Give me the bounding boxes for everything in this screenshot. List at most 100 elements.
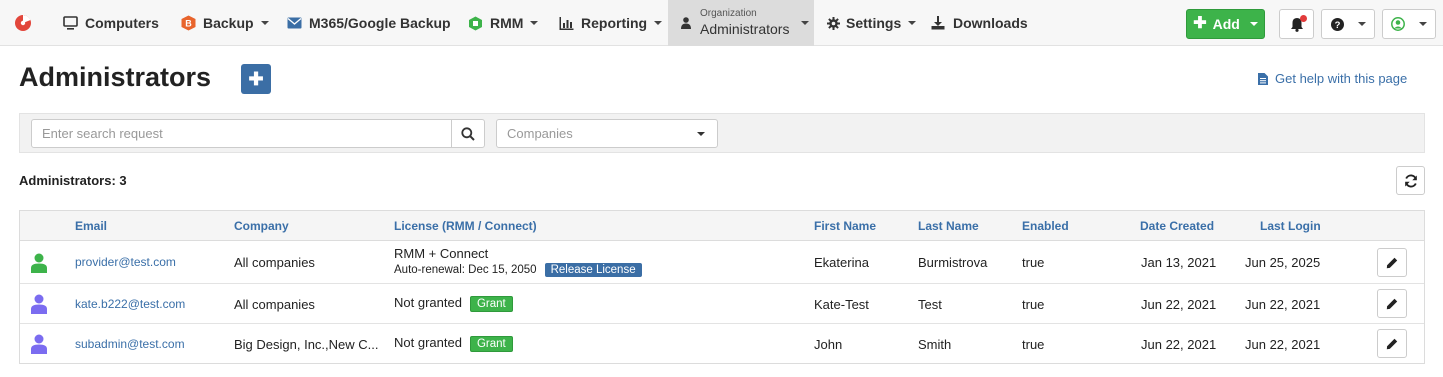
- last-login-cell: Jun 22, 2021: [1245, 297, 1321, 312]
- document-icon: [1258, 72, 1268, 85]
- last-name-cell: Smith: [918, 337, 952, 352]
- edit-button[interactable]: [1377, 248, 1407, 277]
- column-header-last-login[interactable]: Last Login: [1260, 219, 1321, 233]
- last-login-cell: Jun 25, 2025: [1245, 255, 1321, 270]
- help-menu-button[interactable]: ?: [1321, 9, 1375, 39]
- logo-icon: [15, 14, 31, 31]
- license-cell: RMM + Connect: [394, 246, 489, 261]
- grant-button[interactable]: Grant: [469, 336, 513, 352]
- bar-chart-icon: [558, 15, 574, 31]
- question-icon: ?: [1330, 17, 1344, 31]
- notifications-button[interactable]: [1279, 9, 1314, 39]
- administrators-table: Email Company License (RMM / Connect) Fi…: [19, 210, 1425, 364]
- edit-button[interactable]: [1377, 289, 1407, 318]
- nav-organization[interactable]: Organization Administrators: [668, 0, 814, 46]
- email-link[interactable]: subadmin@test.com: [75, 337, 185, 351]
- envelope-icon: [286, 15, 302, 31]
- help-link[interactable]: Get help with this page: [1258, 71, 1407, 86]
- license-cell: Not granted Grant: [394, 335, 513, 352]
- license-status: Not granted: [394, 335, 462, 350]
- user-circle-icon: [1391, 17, 1405, 31]
- notification-dot: [1300, 15, 1307, 22]
- user-icon: [31, 294, 47, 314]
- app-logo[interactable]: [14, 0, 32, 46]
- chevron-down-icon: [697, 132, 705, 136]
- company-cell: Big Design, Inc.,New C...: [234, 337, 379, 352]
- email-link[interactable]: provider@test.com: [75, 255, 176, 269]
- nav-settings[interactable]: Settings: [825, 0, 917, 46]
- license-cell: Not granted Grant: [394, 295, 513, 312]
- companies-select[interactable]: Companies: [496, 119, 718, 148]
- monitor-icon: [62, 15, 78, 31]
- chevron-down-icon: [908, 21, 917, 25]
- column-header-first-name[interactable]: First Name: [814, 219, 876, 233]
- first-name-cell: Kate-Test: [814, 297, 869, 312]
- column-header-company[interactable]: Company: [234, 219, 289, 233]
- user-icon: [31, 334, 47, 354]
- license-subtext: Auto-renewal: Dec 15, 2050 Release Licens…: [394, 263, 642, 277]
- column-header-last-name[interactable]: Last Name: [918, 219, 979, 233]
- last-name-cell: Burmistrova: [918, 255, 988, 270]
- administrators-count: Administrators: 3: [19, 173, 127, 188]
- help-link-label: Get help with this page: [1275, 71, 1408, 86]
- nav-reporting[interactable]: Reporting: [558, 0, 663, 46]
- table-row: provider@test.com All companies RMM + Co…: [20, 241, 1424, 284]
- chevron-down-icon: [1419, 22, 1427, 26]
- pencil-icon: [1386, 257, 1398, 268]
- auto-renewal-text: Auto-renewal: Dec 15, 2050: [394, 264, 537, 276]
- release-license-button[interactable]: Release License: [544, 263, 642, 277]
- license-status: Not granted: [394, 295, 462, 310]
- nav-m365-google-backup[interactable]: M365/Google Backup: [286, 0, 451, 46]
- enabled-cell: true: [1022, 255, 1045, 270]
- nav-organization-label: Administrators: [700, 21, 790, 37]
- refresh-button[interactable]: [1396, 166, 1425, 195]
- download-icon: [930, 15, 946, 31]
- chevron-down-icon: [654, 21, 663, 25]
- first-name-cell: John: [814, 337, 843, 352]
- nav-reporting-label: Reporting: [581, 15, 648, 31]
- search-button[interactable]: [451, 119, 485, 148]
- chevron-down-icon: [1357, 22, 1366, 26]
- column-header-enabled[interactable]: Enabled: [1022, 219, 1069, 233]
- page-title: Administrators: [19, 62, 212, 92]
- edit-button[interactable]: [1377, 329, 1407, 358]
- column-header-email[interactable]: Email: [75, 219, 107, 233]
- chevron-down-icon: [530, 21, 539, 25]
- nav-organization-text: Organization Administrators: [700, 8, 789, 38]
- date-created-cell: Jan 13, 2021: [1141, 255, 1217, 270]
- company-cell: All companies: [234, 297, 315, 312]
- search-icon: [461, 126, 475, 141]
- column-header-license[interactable]: License (RMM / Connect): [394, 219, 537, 233]
- user-menu-button[interactable]: [1382, 9, 1436, 39]
- nav-organization-caption: Organization: [700, 8, 757, 19]
- table-row: subadmin@test.com Big Design, Inc.,New C…: [20, 324, 1424, 364]
- plus-icon: ✚: [1193, 15, 1207, 32]
- grant-button[interactable]: Grant: [469, 296, 513, 312]
- nav-computers-label: Computers: [85, 15, 159, 31]
- nav-rmm[interactable]: RMM: [467, 0, 539, 46]
- user-icon: [678, 15, 694, 31]
- gear-icon: [825, 15, 841, 31]
- refresh-icon: [1404, 174, 1417, 187]
- companies-select-placeholder: Companies: [507, 126, 573, 141]
- nav-downloads[interactable]: Downloads: [930, 0, 1028, 46]
- top-navbar: Computers B Backup M365/Google Backup RM…: [0, 0, 1443, 46]
- nav-backup-label: Backup: [203, 15, 254, 31]
- nav-computers[interactable]: Computers: [62, 0, 159, 46]
- enabled-cell: true: [1022, 297, 1045, 312]
- chevron-down-icon: [260, 21, 269, 25]
- table-row: kate.b222@test.com All companies Not gra…: [20, 284, 1424, 324]
- add-button[interactable]: ✚ Add: [1186, 9, 1265, 39]
- chevron-down-icon: [801, 21, 810, 25]
- email-link[interactable]: kate.b222@test.com: [75, 297, 185, 311]
- table-header: Email Company License (RMM / Connect) Fi…: [20, 211, 1424, 241]
- enabled-cell: true: [1022, 337, 1045, 352]
- date-created-cell: Jun 22, 2021: [1141, 337, 1217, 352]
- add-administrator-button[interactable]: ✚: [241, 64, 271, 94]
- nav-backup[interactable]: B Backup: [180, 0, 269, 46]
- company-cell: All companies: [234, 255, 315, 270]
- pencil-icon: [1386, 338, 1398, 349]
- column-header-date-created[interactable]: Date Created: [1140, 219, 1214, 233]
- svg-text:B: B: [185, 19, 192, 29]
- search-input[interactable]: [31, 119, 452, 148]
